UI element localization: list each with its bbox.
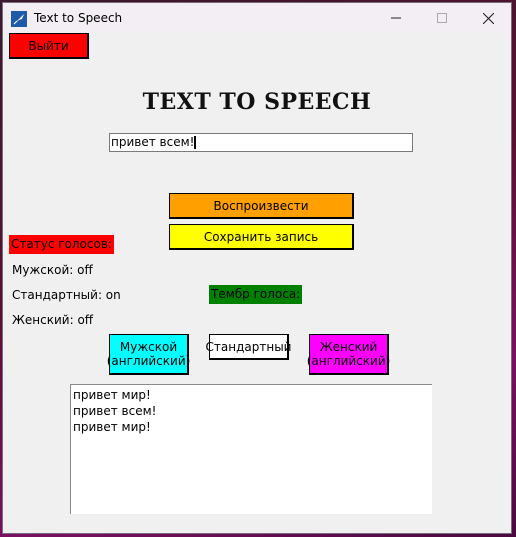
female-status-text: Женский: off [12, 313, 94, 327]
close-button[interactable] [465, 3, 511, 33]
close-icon [482, 12, 494, 24]
male-voice-label: Мужской [119, 340, 178, 354]
app-window: Text to Speech Выйти TEXT TO SPEECH прив… [2, 2, 512, 534]
history-log[interactable]: привет мир! привет всем! привет мир! [70, 384, 432, 514]
standard-voice-button[interactable]: Стандартный [206, 334, 291, 360]
minimize-button[interactable] [373, 3, 419, 33]
window-title: Text to Speech [34, 11, 123, 25]
female-voice-sublabel: (английский) [306, 354, 391, 368]
input-value: привет всем! [111, 135, 195, 149]
save-recording-button[interactable]: Сохранить запись [169, 224, 354, 250]
play-button[interactable]: Воспроизвести [169, 193, 354, 219]
text-caret [194, 136, 197, 149]
female-voice-label: Женский [319, 340, 378, 354]
male-voice-sublabel: (английский) [106, 354, 191, 368]
voice-status-label: Статус голосов: [9, 235, 114, 254]
exit-button[interactable]: Выйти [9, 33, 89, 59]
voice-timbre-label: Тембр голоса: [209, 285, 303, 304]
page-title: TEXT TO SPEECH [142, 89, 372, 115]
title-bar[interactable]: Text to Speech [3, 3, 511, 33]
maximize-button[interactable] [419, 3, 465, 33]
log-entry: привет всем! [73, 404, 157, 418]
maximize-icon [437, 13, 447, 23]
male-status-text: Мужской: off [12, 263, 93, 277]
minimize-icon [391, 17, 401, 19]
log-entry: привет мир! [73, 388, 151, 402]
log-entry: привет мир! [73, 420, 151, 434]
main-content: Выйти TEXT TO SPEECH привет всем! Воспро… [3, 33, 511, 533]
male-voice-button[interactable]: Мужской (английский) [106, 334, 191, 375]
text-input-field[interactable]: привет всем! [109, 133, 413, 152]
standard-status-text: Стандартный: on [12, 288, 121, 302]
female-voice-button[interactable]: Женский (английский) [306, 334, 391, 375]
app-feather-icon [11, 11, 27, 27]
